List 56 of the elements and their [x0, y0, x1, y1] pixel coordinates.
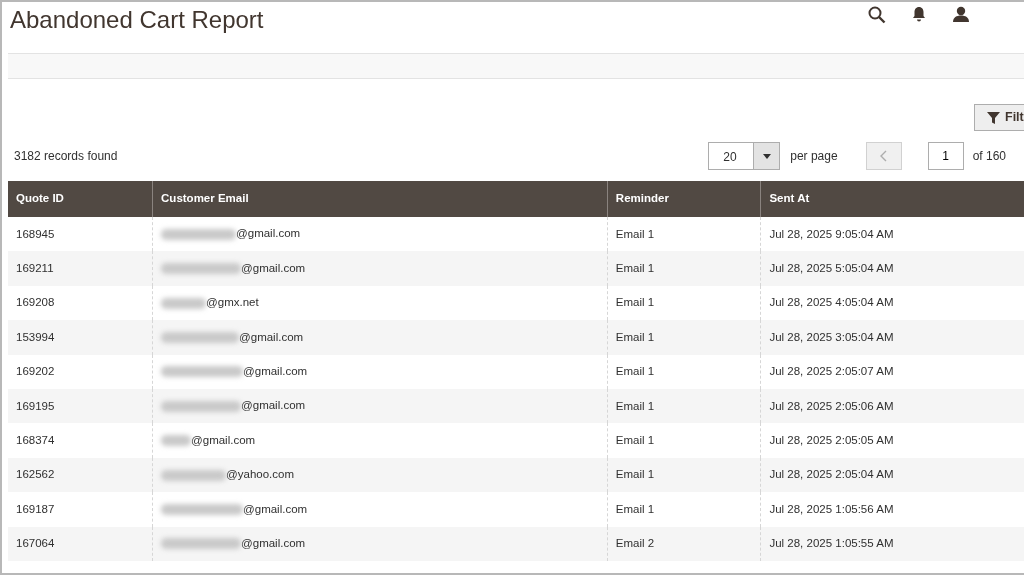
filters-button[interactable]: Filt: [974, 104, 1024, 131]
email-domain: @yahoo.com: [226, 468, 294, 481]
table-cell: 169211: [8, 251, 153, 286]
email-domain: @gmail.com: [191, 434, 256, 447]
table-cell: Email 1: [607, 320, 761, 355]
chevron-left-icon: [880, 150, 888, 162]
user-account-icon[interactable]: [952, 6, 970, 22]
email-domain: @gmail.com: [241, 537, 306, 550]
redaction-blur: [161, 297, 207, 309]
table-cell: Jul 28, 2025 3:05:04 AM: [760, 320, 1024, 355]
table-cell: 168945: [8, 217, 153, 252]
table-cell: Jul 28, 2025 1:05:56 AM: [760, 492, 1024, 527]
table-cell: Jul 28, 2025 1:05:55 AM: [760, 526, 1024, 561]
email-domain: @gmail.com: [239, 330, 304, 343]
email-domain: @gmail.com: [236, 227, 301, 240]
table-cell: 169202: [8, 354, 153, 389]
caret-icon: [762, 153, 771, 159]
table-cell: 167064: [8, 526, 153, 561]
email-domain: @gmail.com: [241, 262, 306, 275]
table-cell: Jul 28, 2025 2:05:04 AM: [760, 457, 1024, 493]
table-cell: Jul 28, 2025 2:05:06 AM: [760, 388, 1024, 424]
table-cell: 169208: [8, 285, 153, 321]
email-domain: @gmail.com: [243, 365, 308, 378]
email-domain: @gmail.com: [241, 399, 306, 412]
per-page-select[interactable]: 20: [708, 142, 781, 170]
per-page-label: per page: [790, 148, 838, 165]
table-cell: 162562: [8, 457, 153, 493]
table-cell: 168374: [8, 423, 153, 458]
table-cell: Email 1: [607, 388, 761, 424]
page-number-field[interactable]: 1: [927, 142, 964, 170]
search-icon[interactable]: [868, 6, 886, 24]
table-cell: Email 1: [607, 492, 761, 527]
redaction-blur: [161, 469, 227, 481]
redaction-blur: [161, 435, 192, 447]
table-cell: 169187: [8, 492, 153, 527]
table-cell: Email 1: [607, 251, 761, 286]
table-cell: Jul 28, 2025 2:05:07 AM: [760, 354, 1024, 389]
table-cell: Email 1: [607, 457, 761, 493]
page-total: of 160: [972, 148, 1006, 165]
column-header[interactable]: Reminder: [607, 181, 761, 217]
funnel-icon: [987, 111, 1000, 124]
email-domain: @gmx.net: [206, 296, 259, 309]
email-domain: @gmail.com: [243, 502, 308, 515]
table-cell: Jul 28, 2025 2:05:05 AM: [760, 423, 1024, 458]
page-title: Abandoned Cart Report: [10, 5, 264, 35]
table-cell: Email 1: [607, 354, 761, 389]
table-cell: Jul 28, 2025 5:05:04 AM: [760, 251, 1024, 286]
records-count: 3182 records found: [14, 148, 118, 165]
column-header[interactable]: Customer Email: [152, 181, 608, 217]
notifications-bell-icon[interactable]: [912, 6, 926, 22]
table-cell: Email 1: [607, 423, 761, 458]
column-header[interactable]: Quote ID: [8, 181, 153, 217]
column-header[interactable]: Sent At: [760, 181, 1024, 217]
table-cell: 153994: [8, 320, 153, 355]
table-cell: 169195: [8, 388, 153, 424]
table-cell: Email 2: [607, 526, 761, 561]
